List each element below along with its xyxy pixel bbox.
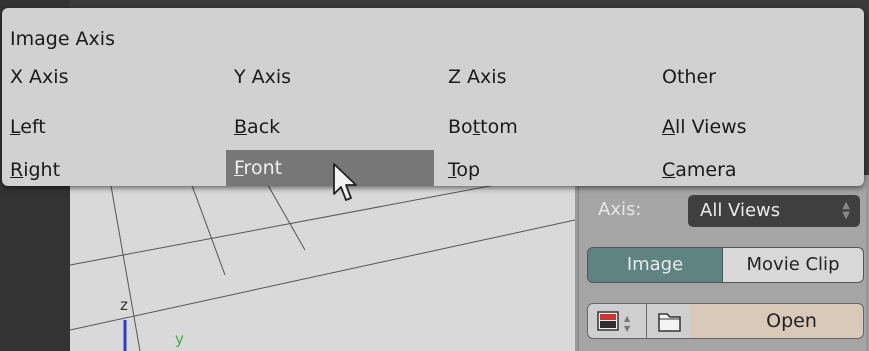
item-text-post: op bbox=[456, 159, 481, 181]
menu-item-front[interactable]: Front bbox=[226, 150, 434, 186]
item-mnemonic: A bbox=[662, 116, 675, 138]
image-icon: ▲ ▼ bbox=[597, 311, 631, 333]
svg-text:▼: ▼ bbox=[624, 324, 631, 333]
svg-text:▲: ▲ bbox=[624, 314, 631, 323]
folder-icon bbox=[658, 313, 681, 332]
item-text-post: ront bbox=[243, 157, 283, 179]
z-axis-label: z bbox=[120, 296, 128, 314]
menu-item-all-views[interactable]: All Views bbox=[662, 109, 852, 145]
item-text-post: eft bbox=[20, 116, 46, 138]
image-axis-menu: Image Axis X Axis Left Right Y Axis Back… bbox=[2, 8, 864, 186]
menu-item-bottom[interactable]: Bottom bbox=[448, 109, 648, 145]
item-text-post: ight bbox=[23, 159, 61, 181]
mouse-pointer-icon bbox=[333, 163, 357, 201]
item-text-post: tom bbox=[480, 116, 518, 138]
column-header-z-axis: Z Axis bbox=[448, 66, 507, 88]
item-mnemonic: R bbox=[10, 159, 24, 181]
column-header-y-axis: Y Axis bbox=[234, 66, 292, 88]
item-mnemonic: t bbox=[472, 116, 481, 138]
item-text-post: ll Views bbox=[675, 116, 747, 138]
item-mnemonic: B bbox=[234, 116, 248, 138]
image-source-tab[interactable]: Image bbox=[587, 247, 723, 283]
item-text-pre: Bo bbox=[448, 116, 473, 138]
item-mnemonic: C bbox=[662, 159, 676, 181]
item-mnemonic: F bbox=[234, 157, 244, 179]
menu-item-top[interactable]: Top bbox=[448, 152, 648, 188]
menu-title: Image Axis bbox=[10, 28, 115, 50]
menu-item-back[interactable]: Back bbox=[226, 109, 434, 145]
axis-label: Axis: bbox=[598, 199, 642, 220]
axis-select-value: All Views bbox=[700, 200, 781, 221]
image-browse-button[interactable]: ▲ ▼ bbox=[587, 303, 647, 339]
open-folder-button[interactable] bbox=[646, 303, 692, 339]
y-axis-label: y bbox=[175, 330, 184, 348]
column-header-other: Other bbox=[662, 66, 716, 88]
column-header-x-axis: X Axis bbox=[10, 66, 69, 88]
open-button[interactable]: Open bbox=[690, 303, 864, 339]
updown-arrows-icon: ▲ ▼ bbox=[842, 200, 850, 221]
axis-select[interactable]: All Views ▲ ▼ bbox=[688, 195, 860, 227]
menu-item-right[interactable]: Right bbox=[10, 152, 220, 188]
menu-item-camera[interactable]: Camera bbox=[662, 152, 852, 188]
menu-item-left[interactable]: Left bbox=[10, 109, 220, 145]
item-mnemonic: L bbox=[10, 116, 21, 138]
item-text-post: ack bbox=[247, 116, 281, 138]
viewport-grid bbox=[70, 180, 575, 351]
movie-clip-source-tab[interactable]: Movie Clip bbox=[722, 247, 864, 283]
item-text-post: amera bbox=[675, 159, 737, 181]
